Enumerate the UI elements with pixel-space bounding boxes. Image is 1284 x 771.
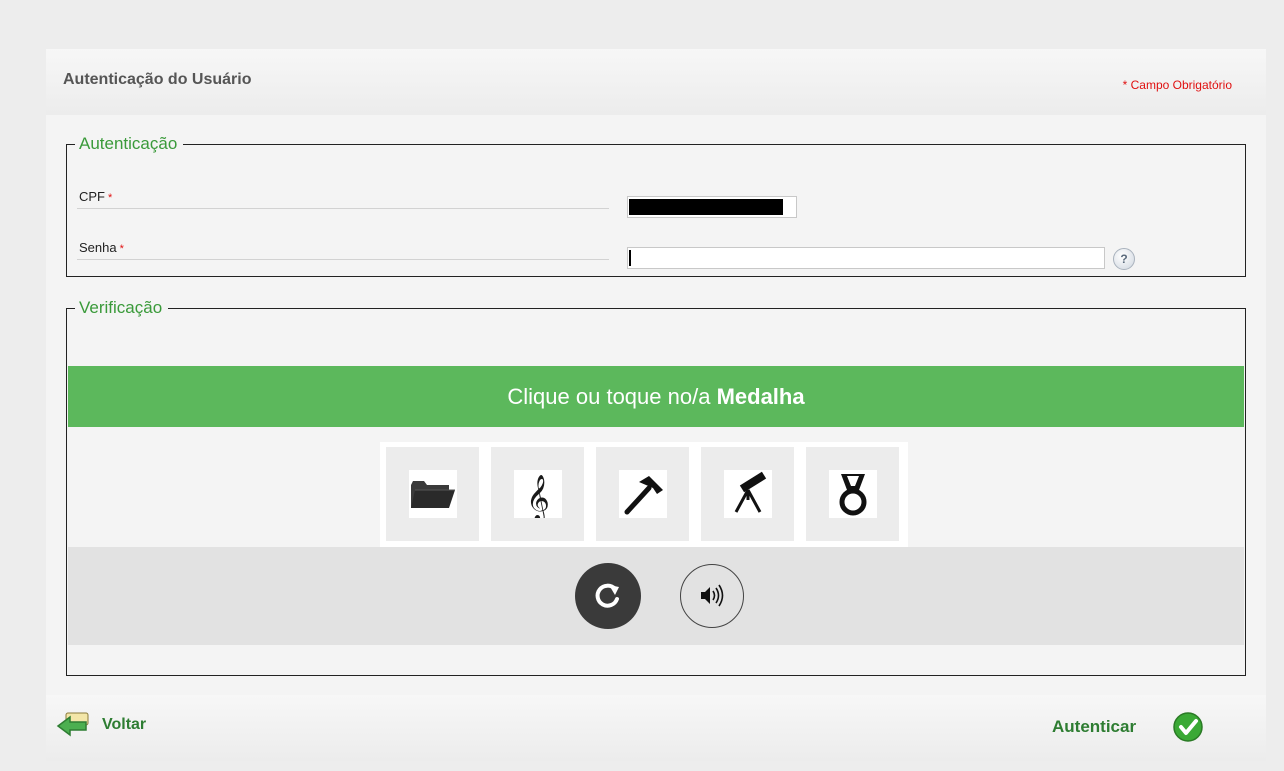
required-mark: * — [108, 192, 113, 204]
text-caret — [629, 250, 631, 266]
auth-panel: Autenticação do Usuário * Campo Obrigató… — [46, 49, 1266, 761]
hammer-icon — [619, 470, 667, 518]
cpf-input[interactable] — [627, 196, 797, 218]
captcha-option-telescope[interactable] — [701, 447, 794, 541]
audio-icon — [701, 584, 724, 607]
page-title: Autenticação do Usuário — [63, 71, 252, 88]
audio-button[interactable] — [680, 564, 744, 628]
verification-legend: Verificação — [79, 298, 163, 317]
senha-label: Senha * — [79, 240, 124, 255]
cpf-label: CPF * — [79, 189, 113, 204]
authenticate-button[interactable]: Autenticar — [1052, 711, 1212, 743]
required-field-note: * Campo Obrigatório — [1122, 78, 1232, 92]
password-input[interactable] — [627, 247, 1105, 269]
verification-fieldset: Verificação Clique ou toque no/a Medalha… — [66, 299, 1246, 676]
auth-fieldset: Autenticação CPF * Senha * ? — [66, 135, 1246, 277]
captcha-prompt: Clique ou toque no/a Medalha — [68, 366, 1244, 427]
folder-icon — [409, 470, 457, 518]
captcha-option-clef[interactable]: 𝄞 — [491, 447, 584, 541]
cpf-redacted-value — [629, 199, 783, 215]
refresh-icon — [595, 583, 619, 608]
senha-row: Senha * — [77, 233, 609, 260]
back-label: Voltar — [102, 716, 147, 733]
captcha-prompt-prefix: Clique ou toque no/a — [507, 384, 717, 409]
captcha-prompt-target: Medalha — [716, 384, 805, 409]
check-icon — [1173, 712, 1203, 742]
auth-legend: Autenticação — [79, 134, 178, 153]
refresh-button[interactable] — [575, 563, 641, 629]
svg-text:𝄞: 𝄞 — [526, 475, 550, 518]
panel-header: Autenticação do Usuário * Campo Obrigató… — [46, 49, 1266, 115]
captcha-option-hammer[interactable] — [596, 447, 689, 541]
help-icon[interactable]: ? — [1113, 248, 1135, 270]
authenticate-label: Autenticar — [1052, 717, 1137, 736]
treble-clef-icon: 𝄞 — [514, 470, 562, 523]
form-footer: Voltar Autenticar — [46, 695, 1266, 761]
captcha-option-folder[interactable] — [386, 447, 479, 541]
captcha-option-medal[interactable] — [806, 447, 899, 541]
cpf-row: CPF * — [77, 182, 609, 209]
back-arrow-icon — [56, 712, 89, 737]
telescope-icon — [724, 470, 772, 518]
captcha-controls — [68, 547, 1244, 645]
required-mark: * — [119, 243, 124, 255]
medal-icon — [829, 470, 877, 518]
captcha-icon-strip: 𝄞 — [380, 442, 908, 547]
